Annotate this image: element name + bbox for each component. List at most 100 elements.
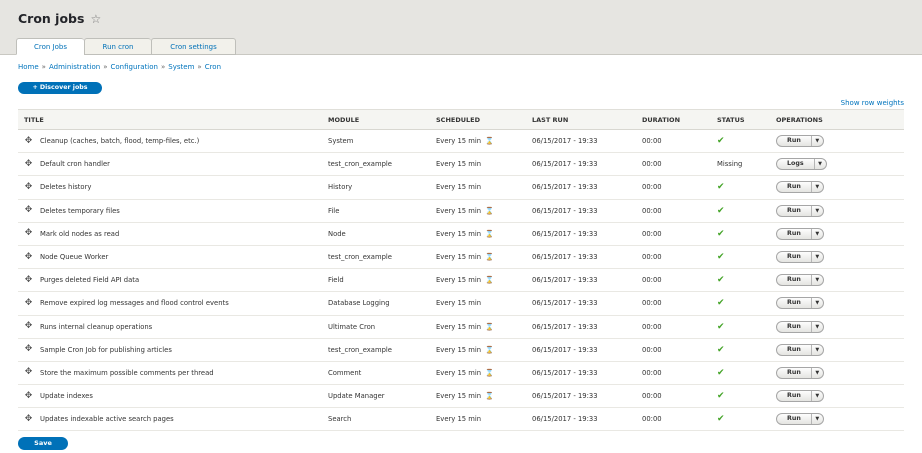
header-last-run: LAST RUN (526, 109, 636, 130)
table-row: ✥ Node Queue Worker test_cron_example Every… (18, 245, 904, 270)
operation-button[interactable]: Run (777, 206, 811, 216)
cell-duration: 00:00 (636, 152, 711, 177)
table-header-row: TITLE MODULE SCHEDULED LAST RUN DURATION… (18, 109, 904, 130)
operation-button[interactable]: Run (777, 414, 811, 424)
page-title: Cron jobs ☆ (18, 11, 101, 26)
operations-dropbutton: Run ▼ (776, 251, 824, 264)
breadcrumb-home[interactable]: Home (18, 63, 39, 71)
operation-button[interactable]: Run (777, 182, 811, 192)
move-arrows-icon[interactable]: ✥ (24, 136, 33, 146)
cell-module: System (322, 129, 430, 154)
cell-title: ✥ Default cron handler (18, 152, 322, 177)
chevron-down-icon[interactable]: ▼ (810, 414, 823, 425)
move-arrows-icon[interactable]: ✥ (24, 206, 33, 215)
move-arrows-icon[interactable]: ✥ (24, 345, 33, 354)
scheduled-text: Every 15 min (436, 299, 482, 308)
cell-status: ✔ (711, 384, 770, 409)
chevron-down-icon[interactable]: ▼ (810, 367, 823, 378)
chevron-down-icon[interactable]: ▼ (810, 205, 823, 216)
cell-module: Comment (322, 361, 430, 386)
move-arrows-icon[interactable]: ✥ (24, 159, 33, 169)
job-title: Default cron handler (40, 160, 110, 169)
cell-duration: 00:00 (636, 199, 711, 223)
check-icon: ✔ (717, 228, 725, 239)
chevron-down-icon[interactable]: ▼ (810, 136, 823, 147)
cell-duration: 00:00 (636, 407, 711, 432)
discover-jobs-button[interactable]: + Discover jobs (18, 82, 102, 94)
move-arrows-icon[interactable]: ✥ (24, 275, 33, 285)
cell-last-run: 06/15/2017 - 19:33 (526, 384, 636, 409)
job-title: Node Queue Worker (40, 253, 109, 262)
breadcrumb-system[interactable]: System (168, 63, 194, 71)
save-button[interactable]: Save (18, 437, 68, 450)
scheduled-text: Every 15 min (436, 322, 482, 331)
move-arrows-icon[interactable]: ✥ (24, 322, 33, 331)
star-icon[interactable]: ☆ (90, 12, 101, 26)
operation-button[interactable]: Run (777, 298, 811, 308)
hourglass-icon: ⌛ (485, 322, 494, 331)
operations-dropbutton: Run ▼ (776, 227, 824, 240)
hourglass-icon: ⌛ (485, 137, 494, 146)
operation-button[interactable]: Run (777, 136, 811, 146)
cell-duration: 00:00 (636, 338, 711, 362)
operation-button[interactable]: Run (777, 391, 811, 401)
move-arrows-icon[interactable]: ✥ (24, 298, 33, 308)
check-icon: ✔ (717, 298, 725, 309)
chevron-down-icon[interactable]: ▼ (813, 159, 826, 170)
cell-module: Ultimate Cron (322, 315, 430, 339)
show-row-weights-link[interactable]: Show row weights (841, 99, 904, 107)
chevron-down-icon[interactable]: ▼ (810, 252, 823, 263)
tab-cron-settings[interactable]: Cron settings (151, 38, 236, 55)
breadcrumb-administration[interactable]: Administration (49, 63, 100, 71)
chevron-down-icon[interactable]: ▼ (810, 298, 823, 309)
operation-button[interactable]: Run (777, 252, 811, 262)
move-arrows-icon[interactable]: ✥ (24, 368, 33, 377)
move-arrows-icon[interactable]: ✥ (24, 182, 33, 192)
operation-button[interactable]: Run (777, 345, 811, 355)
cell-operations: Run ▼ (770, 291, 904, 316)
operation-button[interactable]: Run (777, 229, 811, 239)
move-arrows-icon[interactable]: ✥ (24, 391, 33, 401)
operations-dropbutton: Run ▼ (776, 390, 824, 403)
chevron-down-icon[interactable]: ▼ (810, 275, 823, 286)
tab-cron-jobs[interactable]: Cron Jobs (16, 38, 84, 55)
job-title: Deletes history (40, 183, 92, 192)
job-title: Remove expired log messages and flood co… (40, 299, 229, 308)
operations-dropbutton: Run ▼ (776, 366, 824, 379)
hourglass-icon: ⌛ (485, 206, 494, 215)
operation-button[interactable]: Logs (777, 159, 814, 169)
cell-scheduled: Every 15 min (430, 407, 526, 432)
chevron-down-icon[interactable]: ▼ (810, 228, 823, 239)
hourglass-icon: ⌛ (485, 253, 494, 262)
header-scheduled: SCHEDULED (430, 109, 526, 130)
table-row: ✥ Remove expired log messages and flood c… (18, 291, 904, 316)
chevron-down-icon[interactable]: ▼ (810, 182, 823, 193)
cell-module: Update Manager (322, 384, 430, 409)
move-arrows-icon[interactable]: ✥ (24, 252, 33, 262)
chevron-down-icon[interactable]: ▼ (810, 391, 823, 402)
cell-scheduled: Every 15 min (430, 152, 526, 177)
breadcrumb-configuration[interactable]: Configuration (111, 63, 158, 71)
operation-button[interactable]: Run (777, 322, 811, 332)
cell-module: Node (322, 222, 430, 246)
cell-status: ✔ (711, 175, 770, 200)
operation-button[interactable]: Run (777, 368, 811, 378)
move-arrows-icon[interactable]: ✥ (24, 414, 33, 424)
chevron-down-icon[interactable]: ▼ (810, 321, 823, 332)
primary-tabs: Cron Jobs Run cron Cron settings (16, 38, 236, 55)
operation-button[interactable]: Run (777, 275, 811, 285)
cell-module: test_cron_example (322, 338, 430, 362)
scheduled-text: Every 15 min (436, 229, 482, 238)
cell-module: File (322, 199, 430, 223)
breadcrumb-cron[interactable]: Cron (205, 63, 221, 71)
chevron-down-icon[interactable]: ▼ (810, 344, 823, 355)
job-title: Sample Cron Job for publishing articles (40, 345, 172, 354)
scheduled-text: Every 15 min (436, 183, 482, 192)
cell-title: ✥ Deletes history (18, 175, 322, 200)
table-row: ✥ Update indexes Update Manager Every 15 mi… (18, 384, 904, 409)
move-arrows-icon[interactable]: ✥ (24, 229, 33, 238)
cell-status: ✔ (711, 222, 770, 246)
tab-run-cron[interactable]: Run cron (84, 38, 151, 55)
check-icon: ✔ (717, 136, 725, 147)
cell-last-run: 06/15/2017 - 19:33 (526, 199, 636, 223)
